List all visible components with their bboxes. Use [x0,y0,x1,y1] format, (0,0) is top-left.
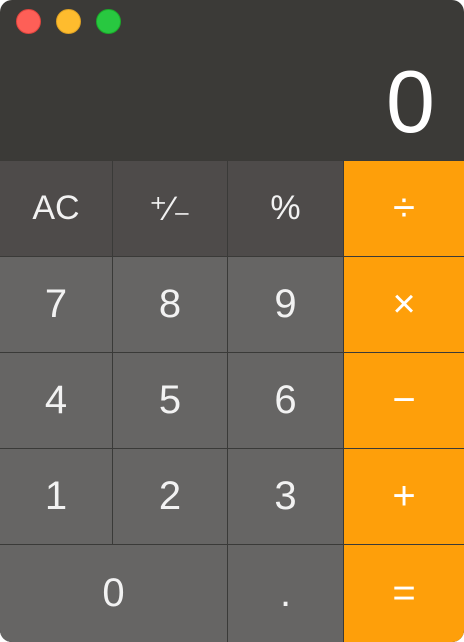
title-bar [0,0,464,44]
calculator-window: 0 AC ⁺∕₋ % ÷ 7 8 9 × 4 5 6 − 1 2 3 + 0 .… [0,0,464,642]
digit-7-button[interactable]: 7 [0,257,113,353]
minimize-window-button[interactable] [56,9,81,34]
percent-button[interactable]: % [228,161,344,257]
digit-4-button[interactable]: 4 [0,353,113,449]
add-button[interactable]: + [344,449,464,545]
equals-button[interactable]: = [344,545,464,642]
sign-toggle-button[interactable]: ⁺∕₋ [113,161,228,257]
subtract-button[interactable]: − [344,353,464,449]
divide-button[interactable]: ÷ [344,161,464,257]
clear-button[interactable]: AC [0,161,113,257]
digit-5-button[interactable]: 5 [113,353,228,449]
result-display: 0 [386,52,435,151]
digit-9-button[interactable]: 9 [228,257,344,353]
close-window-button[interactable] [16,9,41,34]
digit-0-button[interactable]: 0 [0,545,228,642]
digit-6-button[interactable]: 6 [228,353,344,449]
zoom-window-button[interactable] [96,9,121,34]
digit-8-button[interactable]: 8 [113,257,228,353]
digit-2-button[interactable]: 2 [113,449,228,545]
digit-3-button[interactable]: 3 [228,449,344,545]
keypad: AC ⁺∕₋ % ÷ 7 8 9 × 4 5 6 − 1 2 3 + 0 . = [0,161,464,642]
digit-1-button[interactable]: 1 [0,449,113,545]
decimal-point-button[interactable]: . [228,545,344,642]
multiply-button[interactable]: × [344,257,464,353]
